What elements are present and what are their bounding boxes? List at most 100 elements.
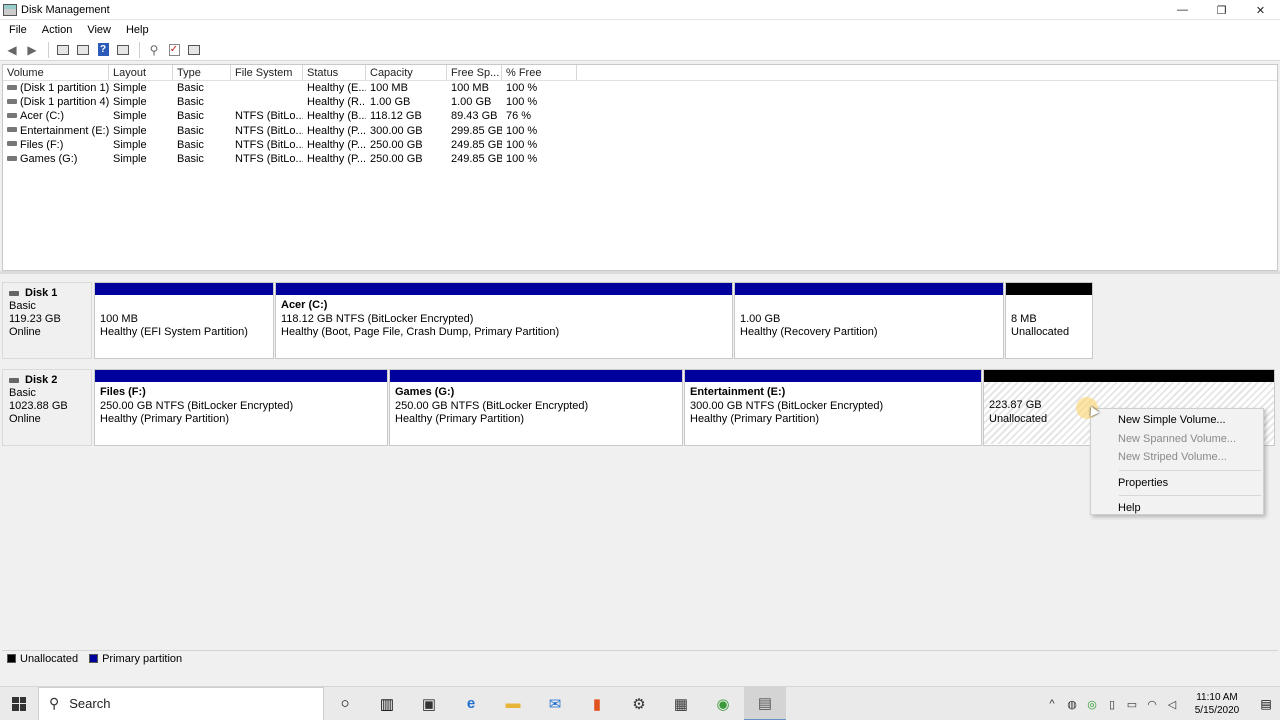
cell-file-system: NTFS (BitLo...: [235, 152, 303, 165]
settings-gear-icon[interactable]: ⚙: [618, 687, 660, 720]
menu-item-new-simple-volume[interactable]: New Simple Volume...: [1091, 411, 1263, 430]
partition-acer-c[interactable]: Acer (C:) 118.12 GB NTFS (BitLocker Encr…: [275, 282, 733, 359]
settings-list-icon[interactable]: [185, 41, 203, 59]
mail-icon[interactable]: ✉: [534, 687, 576, 720]
column-layout[interactable]: Layout: [109, 65, 173, 80]
partition-name: [740, 299, 998, 313]
unallocated-swatch: [7, 654, 16, 663]
cell-percent-free: 100 %: [506, 152, 538, 165]
cell-capacity: 1.00 GB: [370, 96, 411, 109]
menu-view[interactable]: View: [82, 24, 116, 36]
cortana-icon[interactable]: ○: [324, 687, 366, 720]
sync-icon[interactable]: ◎: [1082, 698, 1102, 711]
disk-type: Basic: [9, 387, 36, 399]
partition-size: 100 MB: [100, 312, 138, 325]
column-status[interactable]: Status: [303, 65, 366, 80]
close-button[interactable]: ✕: [1241, 0, 1280, 20]
minimize-button[interactable]: —: [1163, 0, 1202, 20]
windows-logo-icon: [12, 696, 26, 711]
edge-icon[interactable]: e: [450, 687, 492, 720]
menu-separator: [1119, 469, 1261, 471]
restore-button[interactable]: ❐: [1202, 0, 1241, 20]
cell-percent-free: 100 %: [506, 138, 538, 151]
connect-disk-icon[interactable]: ⚲: [145, 41, 163, 59]
forward-arrow-icon[interactable]: ▶: [23, 41, 41, 59]
partition-files-f[interactable]: Files (F:) 250.00 GB NTFS (BitLocker Enc…: [94, 369, 388, 446]
cell-layout: Simple: [113, 124, 147, 137]
notifications-icon[interactable]: ▤: [1252, 697, 1280, 711]
calculator-icon[interactable]: ▦: [660, 687, 702, 720]
chevron-up-icon[interactable]: ^: [1042, 698, 1062, 710]
partition-entertainment-e[interactable]: Entertainment (E:) 300.00 GB NTFS (BitLo…: [684, 369, 982, 446]
volume-icon[interactable]: ◁: [1162, 698, 1182, 711]
cell-layout: Simple: [113, 138, 147, 151]
microphone-icon[interactable]: ▯: [1102, 698, 1122, 711]
help-icon[interactable]: ?: [94, 41, 112, 59]
menu-item-help[interactable]: Help: [1091, 499, 1263, 518]
wifi-icon[interactable]: ◠: [1142, 698, 1162, 711]
disk-management-taskbar-icon[interactable]: ▤: [744, 686, 786, 720]
disk-2-label[interactable]: Disk 2 Basic 1023.88 GB Online: [2, 369, 92, 446]
cell-volume: (Disk 1 partition 4): [20, 96, 109, 109]
cell-capacity: 250.00 GB: [370, 152, 423, 165]
file-explorer-icon[interactable]: ▬: [492, 687, 534, 720]
partition-status: Unallocated: [1011, 326, 1070, 338]
task-view-icon[interactable]: ▥: [366, 687, 408, 720]
network-drive-icon[interactable]: ◍: [1062, 698, 1082, 711]
partition-efi[interactable]: 100 MB Healthy (EFI System Partition): [94, 282, 274, 359]
clock[interactable]: 11:10 AM 5/15/2020: [1182, 691, 1252, 717]
column-percent-free[interactable]: % Free: [502, 65, 577, 80]
column-volume[interactable]: Volume: [3, 65, 109, 80]
mouse-cursor-icon: [1076, 397, 1098, 419]
cell-capacity: 300.00 GB: [370, 124, 423, 137]
table-row[interactable]: Games (G:) Simple Basic NTFS (BitLo... H…: [3, 152, 1277, 166]
chrome-icon[interactable]: ◉: [702, 687, 744, 720]
volume-list: Volume Layout Type File System Status Ca…: [2, 64, 1278, 271]
battery-icon[interactable]: ▭: [1122, 698, 1142, 711]
disk-1-label[interactable]: Disk 1 Basic 119.23 GB Online: [2, 282, 92, 359]
partition-recovery[interactable]: 1.00 GB Healthy (Recovery Partition): [734, 282, 1004, 359]
store-icon[interactable]: ▣: [408, 687, 450, 720]
start-button[interactable]: [0, 687, 38, 720]
office-icon[interactable]: ▮: [576, 687, 618, 720]
disk-size: 1023.88 GB: [9, 400, 68, 412]
partition-size: 250.00 GB NTFS (BitLocker Encrypted): [395, 399, 589, 412]
table-row[interactable]: (Disk 1 partition 4) Simple Basic Health…: [3, 95, 1277, 109]
volume-icon: [7, 112, 17, 118]
column-type[interactable]: Type: [173, 65, 231, 80]
disk-name: Disk 2: [25, 374, 58, 386]
disk-state: Online: [9, 413, 41, 425]
volume-icon: [7, 127, 17, 133]
cell-layout: Simple: [113, 152, 147, 165]
window-controls: — ❐ ✕: [1163, 0, 1280, 20]
table-row[interactable]: Acer (C:) Simple Basic NTFS (BitLo... He…: [3, 109, 1277, 123]
back-arrow-icon[interactable]: ◀: [3, 41, 21, 59]
menu-help[interactable]: Help: [121, 24, 154, 36]
partition-color-bar: [735, 283, 1003, 295]
console-tree-icon[interactable]: [54, 41, 72, 59]
column-file-system[interactable]: File System: [231, 65, 303, 80]
taskbar-search[interactable]: ⚲ Search: [38, 686, 324, 720]
partition-size: 8 MB: [1011, 312, 1037, 325]
partition-games-g[interactable]: Games (G:) 250.00 GB NTFS (BitLocker Enc…: [389, 369, 683, 446]
check-icon[interactable]: ✓: [165, 41, 183, 59]
partition-unallocated-disk1[interactable]: 8 MB Unallocated: [1005, 282, 1093, 359]
cell-status: Healthy (P...: [307, 138, 366, 151]
column-capacity[interactable]: Capacity: [366, 65, 447, 80]
cell-file-system: NTFS (BitLo...: [235, 124, 303, 137]
table-row[interactable]: Files (F:) Simple Basic NTFS (BitLo... H…: [3, 138, 1277, 152]
table-row[interactable]: (Disk 1 partition 1) Simple Basic Health…: [3, 81, 1277, 95]
properties-icon[interactable]: [114, 41, 132, 59]
menu-action[interactable]: Action: [37, 24, 78, 36]
partition-color-bar: [390, 370, 682, 382]
partition-name: Games (G:): [395, 386, 455, 398]
cell-status: Healthy (P...: [307, 152, 366, 165]
action-pane-icon[interactable]: [74, 41, 92, 59]
table-row[interactable]: Entertainment (E:) Simple Basic NTFS (Bi…: [3, 124, 1277, 138]
column-free-space[interactable]: Free Sp...: [447, 65, 502, 80]
menu-file[interactable]: File: [4, 24, 32, 36]
cell-free-space: 100 MB: [451, 82, 489, 94]
menu-item-properties[interactable]: Properties: [1091, 474, 1263, 493]
cell-capacity: 118.12 GB: [370, 110, 422, 123]
cell-volume: Acer (C:): [20, 110, 64, 123]
